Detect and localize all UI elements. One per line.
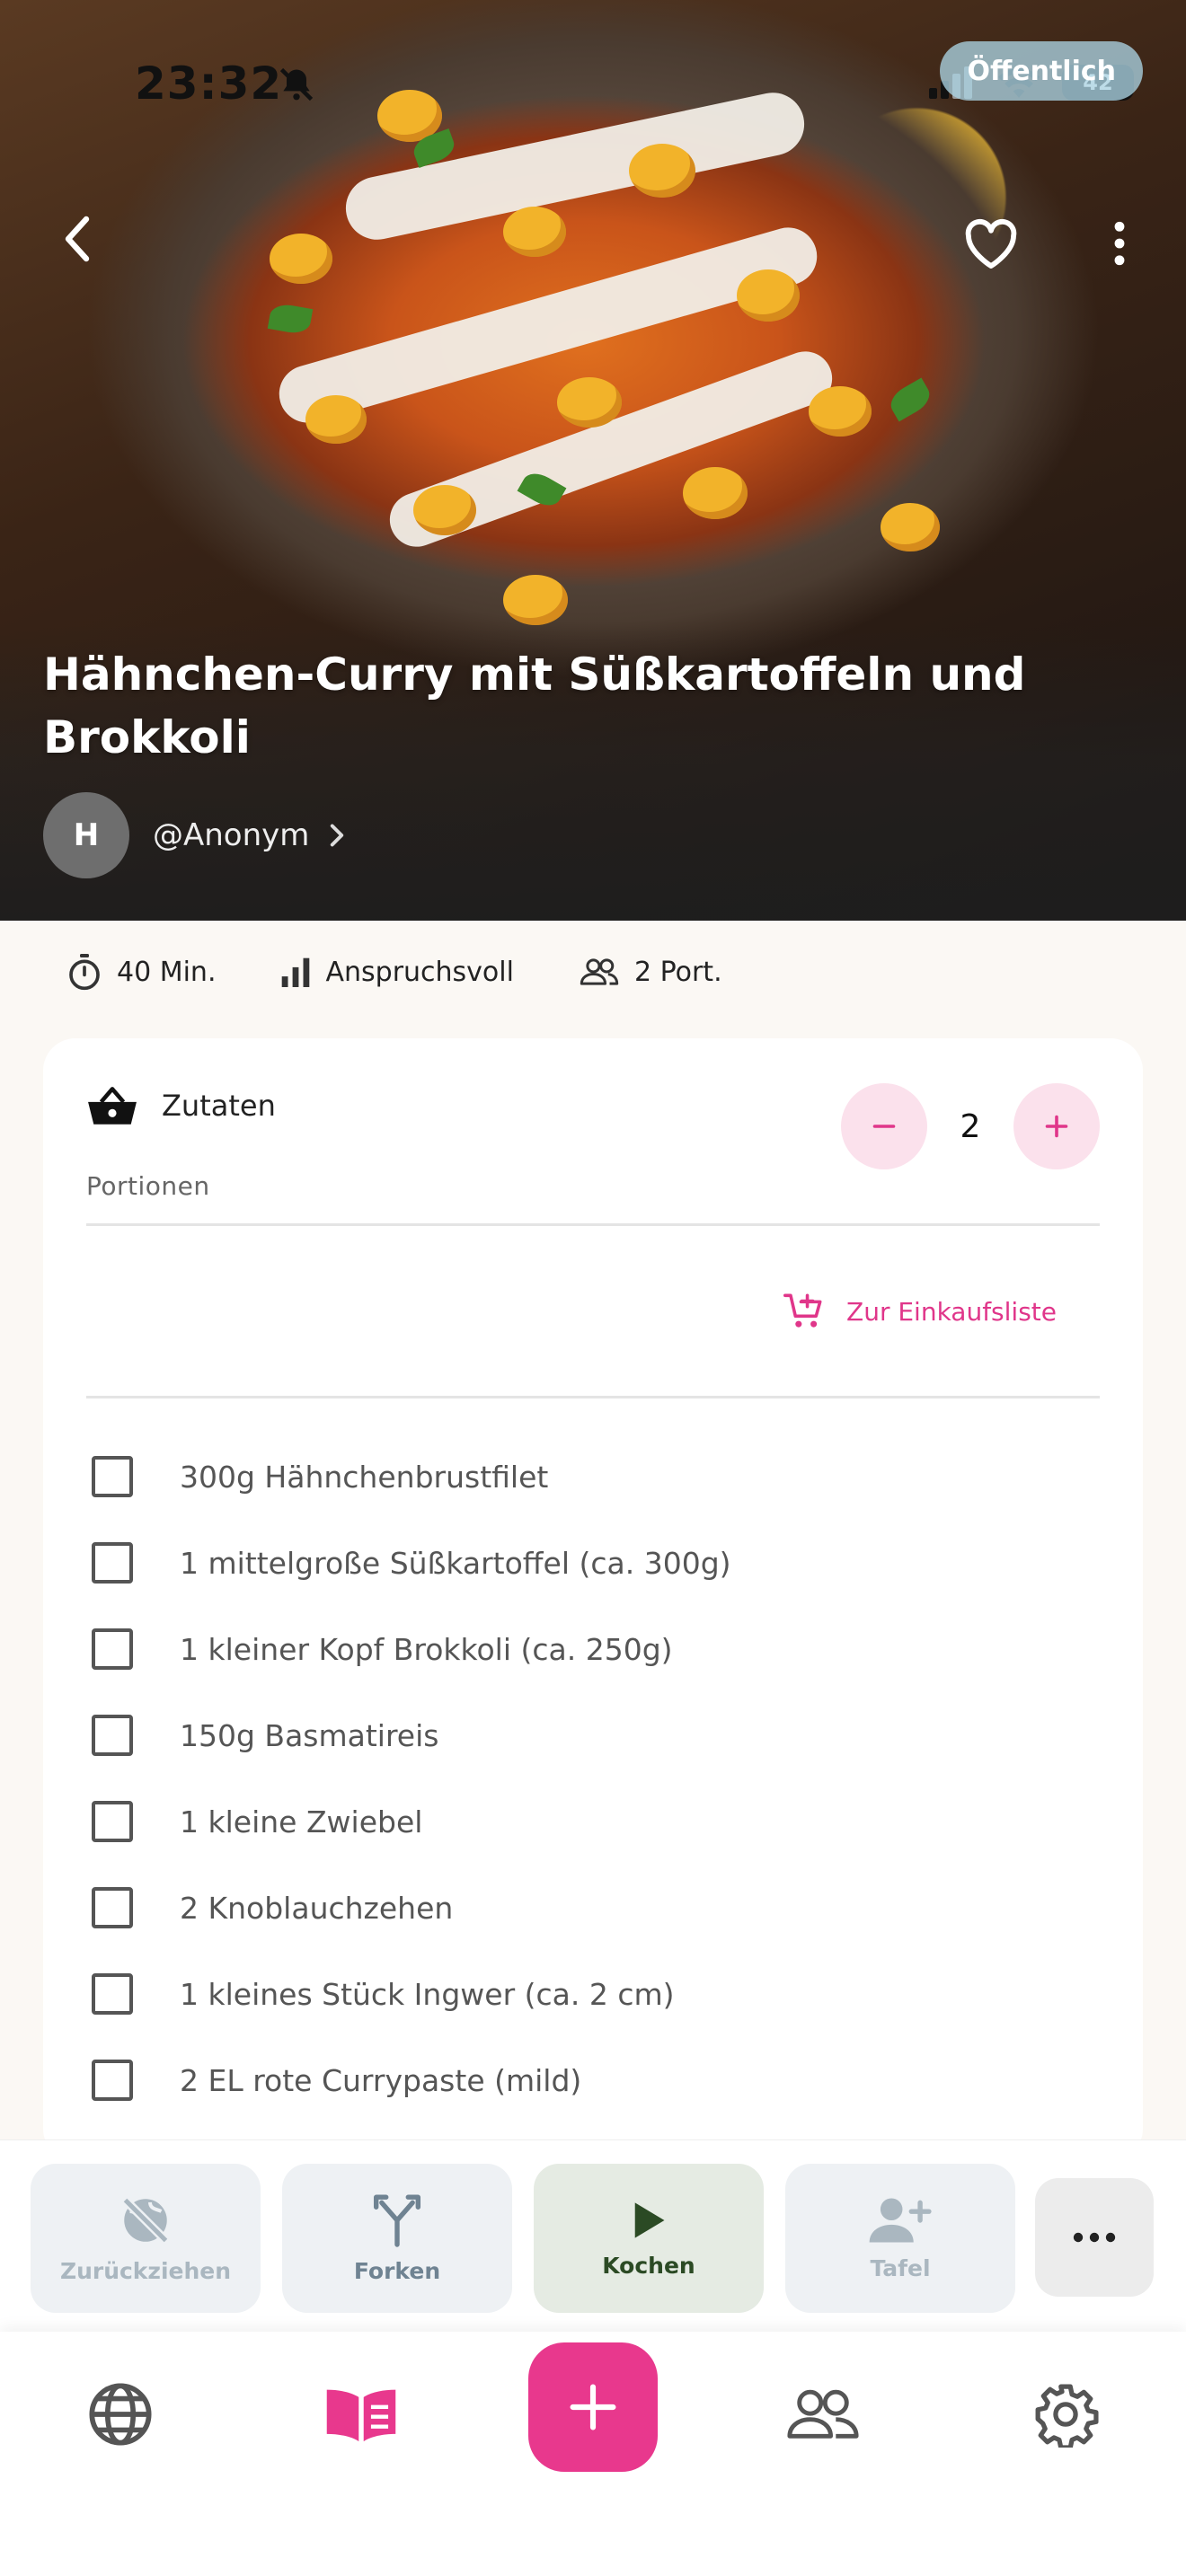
status-time: 23:32 [135, 57, 283, 110]
fork-icon [373, 2194, 421, 2247]
ingredient-checkbox[interactable] [92, 1456, 133, 1497]
ingredients-title: Zutaten [162, 1089, 276, 1123]
people-icon [580, 958, 619, 985]
heart-icon [965, 218, 1017, 269]
author-name: @Anonym [153, 817, 310, 853]
meta-time-label: 40 Min. [117, 956, 217, 988]
increase-portions-button[interactable] [1013, 1083, 1100, 1169]
ingredient-checkbox[interactable] [92, 1801, 133, 1842]
people-icon [787, 2389, 859, 2439]
tab-explore[interactable] [75, 2369, 165, 2459]
recipe-title: Hähnchen-Curry mit Süßkartoffeln und Bro… [43, 648, 1026, 763]
ingredient-text: 1 mittelgroße Süßkartoffel (ca. 300g) [180, 1545, 731, 1581]
ingredient-item[interactable]: 1 kleines Stück Ingwer (ca. 2 cm) [90, 1951, 1096, 2037]
ingredient-item[interactable]: 1 mittelgroße Süßkartoffel (ca. 300g) [90, 1520, 1096, 1606]
divider [86, 1223, 1100, 1226]
board-button[interactable]: Tafel [785, 2164, 1015, 2313]
avatar: H [43, 792, 129, 878]
book-icon [326, 2389, 396, 2442]
withdraw-button[interactable]: Zurückziehen [31, 2164, 261, 2313]
more-options-button[interactable] [1102, 212, 1137, 275]
ingredient-text: 2 Knoblauchzehen [180, 1890, 454, 1926]
recipe-hero: 23:32 42 Öffentlich [0, 0, 1186, 921]
ingredient-item[interactable]: 300g Hähnchenbrustfilet [90, 1434, 1096, 1520]
tab-recipes[interactable] [316, 2369, 406, 2459]
gear-icon [1035, 2384, 1099, 2448]
globe-icon [89, 2383, 152, 2446]
plus-icon [570, 2384, 616, 2430]
more-vertical-icon [1114, 221, 1125, 266]
cook-button[interactable]: Kochen [534, 2164, 764, 2313]
favorite-button[interactable] [958, 212, 1024, 275]
fork-button[interactable]: Forken [282, 2164, 512, 2313]
add-recipe-button[interactable] [528, 2342, 658, 2472]
cook-label: Kochen [602, 2252, 695, 2279]
ingredient-item[interactable]: 2 Knoblauchzehen [90, 1865, 1096, 1951]
add-to-shopping-list-button[interactable]: Zur Einkaufsliste [783, 1292, 1057, 1331]
meta-difficulty-label: Anspruchsvoll [325, 956, 514, 988]
board-label: Tafel [870, 2254, 931, 2281]
ingredient-item[interactable]: 1 kleiner Kopf Brokkoli (ca. 250g) [90, 1606, 1096, 1692]
ingredient-text: 2 EL rote Currypaste (mild) [180, 2062, 582, 2098]
ingredient-text: 150g Basmatireis [180, 1717, 439, 1753]
shopping-list-label: Zur Einkaufsliste [846, 1296, 1057, 1327]
ingredient-item[interactable]: 150g Basmatireis [90, 1692, 1096, 1778]
add-person-icon [869, 2197, 932, 2243]
meta-difficulty: Anspruchsvoll [280, 956, 514, 988]
ingredient-item[interactable]: 1 kleine Zwiebel [90, 1778, 1096, 1865]
ingredient-text: 300g Hähnchenbrustfilet [180, 1459, 549, 1495]
basket-icon [88, 1087, 137, 1125]
ingredient-checkbox[interactable] [92, 1887, 133, 1928]
cart-add-icon [783, 1293, 822, 1328]
ingredient-checkbox[interactable] [92, 1542, 133, 1584]
globe-off-icon [121, 2196, 170, 2244]
more-horizontal-icon [1073, 2232, 1116, 2243]
ingredients-header: Zutaten [86, 1085, 276, 1126]
back-button[interactable] [50, 212, 104, 266]
withdraw-label: Zurückziehen [59, 2257, 232, 2284]
more-actions-button[interactable] [1035, 2178, 1154, 2297]
ingredient-checkbox[interactable] [92, 2060, 133, 2101]
ingredient-list: 300g Hähnchenbrustfilet 1 mittelgroße Sü… [90, 1434, 1096, 2161]
ingredient-checkbox[interactable] [92, 1973, 133, 2015]
fork-label: Forken [353, 2257, 441, 2284]
meta-time: 40 Min. [66, 952, 216, 992]
divider [86, 1396, 1100, 1398]
recipe-action-bar: Zurückziehen Forken Kochen Tafel [0, 2139, 1186, 2332]
meta-portions: 2 Port. [579, 957, 722, 988]
plus-icon [1045, 1115, 1068, 1138]
timer-icon [69, 954, 100, 991]
decrease-portions-button[interactable] [841, 1083, 927, 1169]
chevron-right-icon [331, 824, 344, 847]
play-icon [634, 2201, 665, 2238]
ingredient-item[interactable]: 2 EL rote Currypaste (mild) [90, 2037, 1096, 2123]
tab-community[interactable] [778, 2369, 868, 2459]
minus-icon [872, 1125, 896, 1128]
portions-value: 2 [960, 1107, 981, 1145]
author-link[interactable]: H @Anonym [43, 792, 345, 878]
visibility-badge[interactable]: Öffentlich [940, 41, 1143, 101]
bell-off-icon [279, 67, 314, 101]
recipe-meta: 40 Min. Anspruchsvoll 2 Port. [66, 952, 787, 992]
ingredient-checkbox[interactable] [92, 1715, 133, 1756]
meta-portions-label: 2 Port. [633, 956, 722, 988]
bar-chart-icon [282, 957, 310, 987]
ingredient-text: 1 kleine Zwiebel [180, 1804, 423, 1839]
bottom-tab-bar [0, 2332, 1186, 2576]
chevron-left-icon [65, 216, 90, 262]
ingredient-text: 1 kleiner Kopf Brokkoli (ca. 250g) [180, 1631, 673, 1667]
ingredient-text: 1 kleines Stück Ingwer (ca. 2 cm) [180, 1976, 675, 2012]
ingredients-card: Zutaten Portionen 2 Zur Einkaufsliste 30… [43, 1038, 1143, 2161]
ingredient-checkbox[interactable] [92, 1628, 133, 1670]
portions-label: Portionen [86, 1171, 210, 1201]
tab-settings[interactable] [1021, 2369, 1111, 2459]
portions-stepper: 2 [841, 1083, 1100, 1169]
